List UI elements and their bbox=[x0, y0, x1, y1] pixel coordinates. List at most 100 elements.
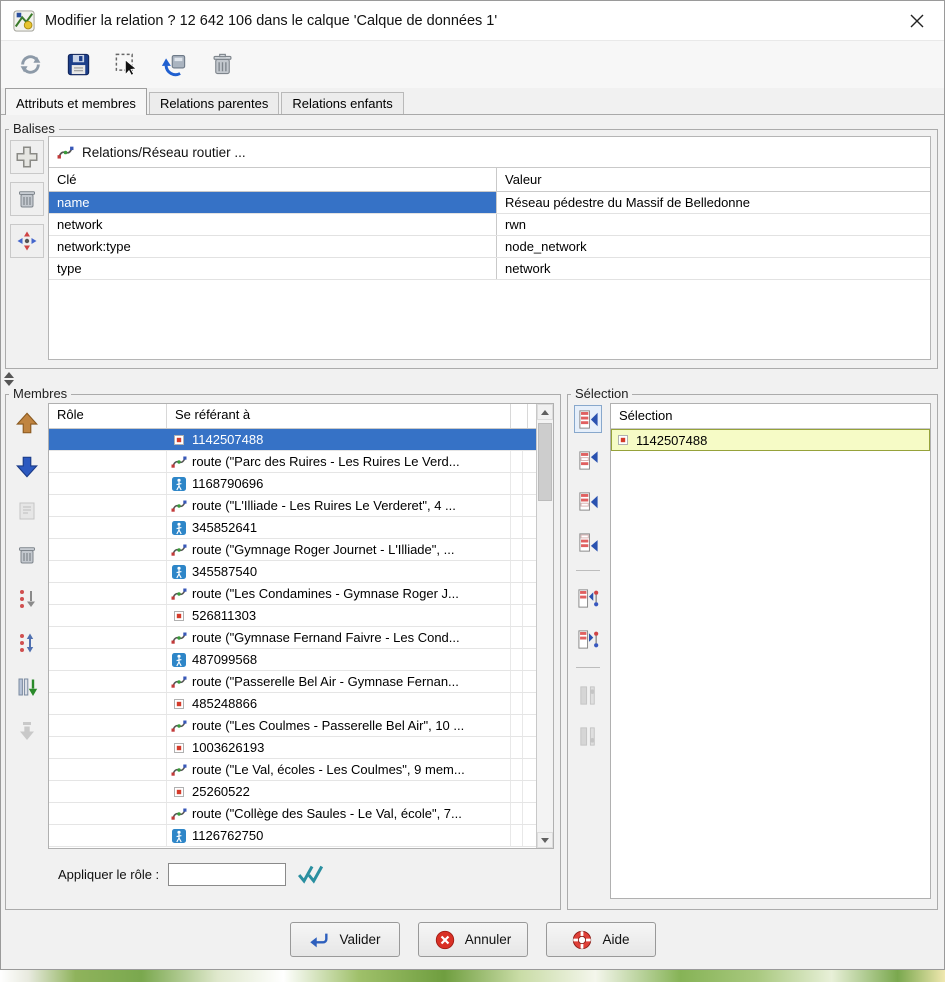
add-selection-at-end-button[interactable] bbox=[574, 528, 602, 556]
member-row[interactable]: 1142507488 bbox=[49, 429, 536, 451]
member-spacer1 bbox=[511, 495, 523, 516]
remove-member-button[interactable] bbox=[11, 539, 43, 571]
move-up-button[interactable] bbox=[11, 407, 43, 439]
member-spacer2 bbox=[523, 539, 536, 560]
reverse-icon bbox=[15, 675, 39, 699]
scrollbar-thumb[interactable] bbox=[538, 423, 552, 501]
sort-below-button[interactable] bbox=[11, 583, 43, 615]
download-incomplete-members-button[interactable] bbox=[574, 722, 602, 750]
member-spacer2 bbox=[523, 561, 536, 582]
select-members-in-map-button[interactable] bbox=[574, 584, 602, 612]
member-row[interactable]: 345587540 bbox=[49, 561, 536, 583]
member-spacer1 bbox=[511, 781, 523, 802]
member-row[interactable]: 1003626193 bbox=[49, 737, 536, 759]
member-ref-cell: route ("Collège des Saules - Le Val, éco… bbox=[167, 803, 511, 824]
add-selection-at-start-button[interactable] bbox=[574, 446, 602, 474]
members-column-role[interactable]: Rôle bbox=[49, 404, 167, 428]
member-row[interactable]: route ("Gymnase Fernand Faivre - Les Con… bbox=[49, 627, 536, 649]
tab-child-relations[interactable]: Relations enfants bbox=[281, 92, 403, 114]
tag-row[interactable]: type network bbox=[49, 258, 930, 280]
tags-column-key[interactable]: Clé bbox=[49, 168, 496, 191]
member-row[interactable]: route ("Collège des Saules - Le Val, éco… bbox=[49, 803, 536, 825]
delete-tag-button[interactable] bbox=[10, 182, 44, 216]
select-members-button[interactable] bbox=[107, 46, 145, 84]
edit-member-button[interactable] bbox=[11, 495, 43, 527]
member-row[interactable]: 487099568 bbox=[49, 649, 536, 671]
member-spacer1 bbox=[511, 737, 523, 758]
paste-tags-button[interactable] bbox=[10, 224, 44, 258]
members-column-ref[interactable]: Se référant à bbox=[167, 404, 511, 428]
member-spacer1 bbox=[511, 803, 523, 824]
member-spacer1 bbox=[511, 693, 523, 714]
selection-column-header[interactable]: Sélection bbox=[611, 404, 930, 429]
member-row[interactable]: 1126762750 bbox=[49, 825, 536, 847]
add-tag-button[interactable] bbox=[10, 140, 44, 174]
member-spacer2 bbox=[523, 737, 536, 758]
member-ref-text: 487099568 bbox=[192, 652, 257, 667]
member-row[interactable]: 485248866 bbox=[49, 693, 536, 715]
member-row[interactable]: route ("Les Coulmes - Passerelle Bel Air… bbox=[49, 715, 536, 737]
member-row[interactable]: 1168790696 bbox=[49, 473, 536, 495]
cancel-button[interactable]: Annuler bbox=[418, 922, 528, 957]
paste-tags-icon bbox=[15, 229, 39, 253]
download-members-button[interactable] bbox=[155, 46, 193, 84]
member-spacer2 bbox=[523, 495, 536, 516]
member-ref-cell: route ("Les Coulmes - Passerelle Bel Air… bbox=[167, 715, 511, 736]
tab-attributes-members[interactable]: Attributs et membres bbox=[5, 88, 147, 115]
save-button[interactable] bbox=[59, 46, 97, 84]
tag-row[interactable]: name Réseau pédestre du Massif de Belled… bbox=[49, 192, 930, 214]
ok-button[interactable]: Valider bbox=[290, 922, 400, 957]
move-down-button[interactable] bbox=[11, 451, 43, 483]
tags-column-value[interactable]: Valeur bbox=[496, 168, 930, 191]
member-row[interactable]: 25260522 bbox=[49, 781, 536, 803]
sort-icon bbox=[15, 631, 39, 655]
members-table-main: Rôle Se référant à bbox=[49, 404, 536, 848]
tag-row[interactable]: network:type node_network bbox=[49, 236, 930, 258]
apply-role-button[interactable] bbox=[295, 861, 327, 887]
reverse-order-button[interactable] bbox=[11, 671, 43, 703]
selection-row[interactable]: 1142507488 bbox=[611, 429, 930, 451]
scroll-down-button[interactable] bbox=[537, 832, 553, 848]
scroll-up-button[interactable] bbox=[537, 404, 553, 420]
table-arrow-left-middle-icon bbox=[577, 490, 600, 513]
relation-preset-label: Relations/Réseau routier ... bbox=[82, 145, 246, 160]
member-row[interactable]: route ("Les Condamines - Gymnase Roger J… bbox=[49, 583, 536, 605]
member-ref-cell: route ("Gymnase Fernand Faivre - Les Con… bbox=[167, 627, 511, 648]
member-row[interactable]: route ("Gymnage Roger Journet - L'Illiad… bbox=[49, 539, 536, 561]
splitter-handle[interactable] bbox=[4, 372, 14, 386]
member-type-icon bbox=[171, 477, 187, 491]
member-role-cell bbox=[49, 429, 167, 450]
select-objects-of-members-button[interactable] bbox=[574, 625, 602, 653]
tag-row[interactable]: network rwn bbox=[49, 214, 930, 236]
role-input[interactable] bbox=[168, 863, 286, 886]
add-selection-before-button[interactable] bbox=[574, 487, 602, 515]
member-row[interactable]: route ("Parc des Ruires - Les Ruires Le … bbox=[49, 451, 536, 473]
member-row[interactable]: route ("Le Val, écoles - Les Coulmes", 9… bbox=[49, 759, 536, 781]
replace-members-with-selection-button[interactable] bbox=[574, 405, 602, 433]
download-selected-members-button[interactable] bbox=[574, 681, 602, 709]
delete-relation-button[interactable] bbox=[203, 46, 241, 84]
member-type-icon bbox=[171, 499, 187, 513]
member-row[interactable]: 526811303 bbox=[49, 605, 536, 627]
member-row[interactable]: route ("L'Illiade - Les Ruires Le Verder… bbox=[49, 495, 536, 517]
double-check-icon bbox=[297, 862, 325, 886]
selection-group-label: Sélection bbox=[571, 386, 632, 401]
member-ref-cell: route ("Les Condamines - Gymnase Roger J… bbox=[167, 583, 511, 604]
help-button-label: Aide bbox=[602, 932, 629, 947]
member-role-cell bbox=[49, 781, 167, 802]
member-row[interactable]: route ("Passerelle Bel Air - Gymnase Fer… bbox=[49, 671, 536, 693]
members-scrollbar[interactable] bbox=[536, 404, 553, 848]
refresh-button[interactable] bbox=[11, 46, 49, 84]
arrow-down-icon bbox=[14, 454, 40, 480]
sort-members-button[interactable] bbox=[11, 627, 43, 659]
window-title: Modifier la relation ? 12 642 106 dans l… bbox=[45, 13, 497, 29]
selection-table: Sélection bbox=[610, 403, 931, 899]
help-button[interactable]: Aide bbox=[546, 922, 656, 957]
member-row[interactable]: 345852641 bbox=[49, 517, 536, 539]
move-bottom-button[interactable] bbox=[11, 715, 43, 747]
edit-icon bbox=[15, 499, 39, 523]
download-icon bbox=[161, 51, 188, 78]
member-spacer2 bbox=[523, 627, 536, 648]
tab-parent-relations[interactable]: Relations parentes bbox=[149, 92, 279, 114]
close-button[interactable] bbox=[902, 6, 932, 36]
